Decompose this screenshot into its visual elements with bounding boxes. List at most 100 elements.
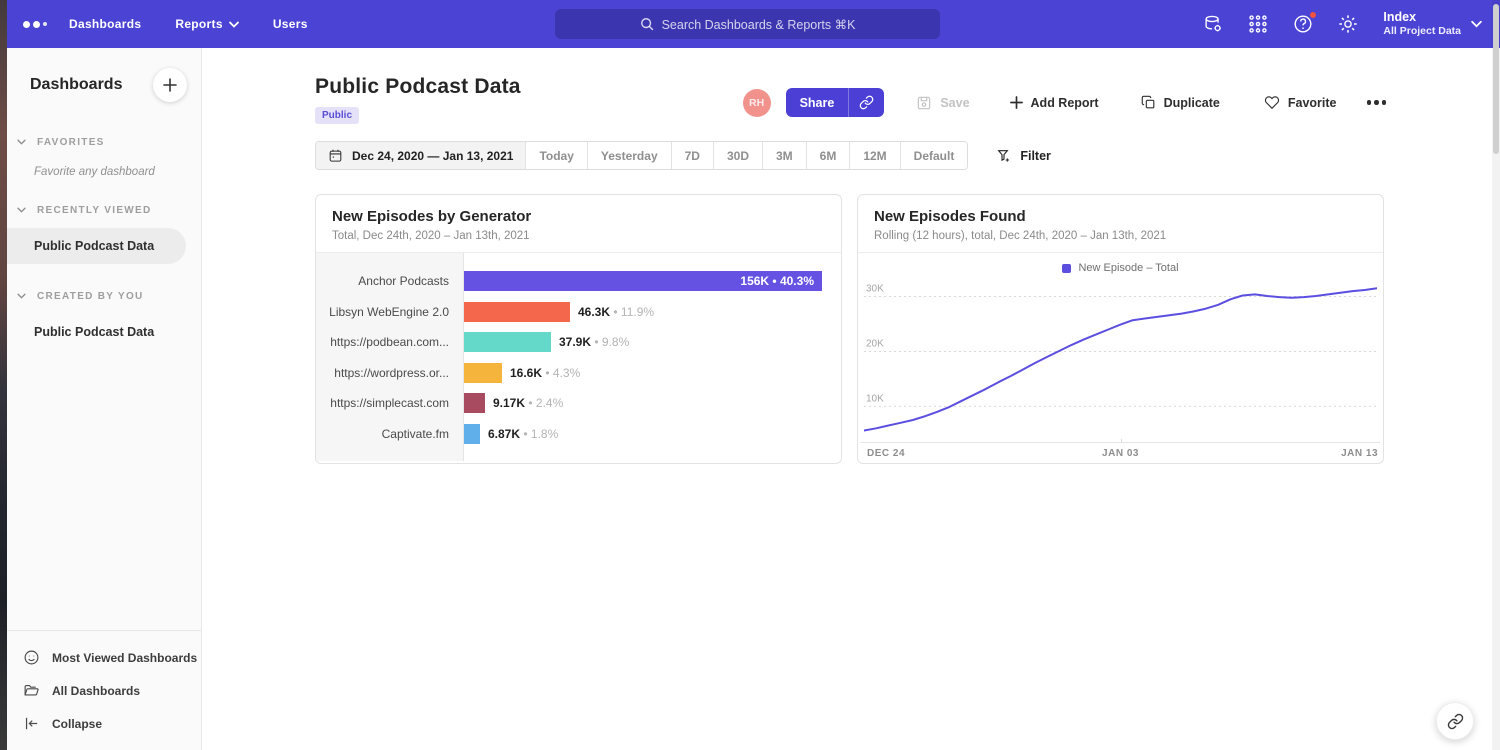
preset-6m[interactable]: 6M (806, 142, 850, 169)
card-title: New Episodes Found (874, 208, 1367, 225)
favorites-empty-text: Favorite any dashboard (7, 152, 201, 178)
section-recently-viewed[interactable]: RECENTLY VIEWED (7, 200, 201, 220)
settings-gear-icon[interactable] (1336, 12, 1360, 36)
more-options-button[interactable] (1365, 94, 1389, 111)
preset-7d[interactable]: 7D (671, 142, 713, 169)
bar-category-label: https://wordpress.or... (316, 366, 463, 380)
preset-today[interactable]: Today (525, 142, 586, 169)
save-button[interactable]: Save (916, 95, 969, 111)
chevron-down-icon (17, 293, 26, 299)
calendar-icon (328, 148, 343, 163)
most-viewed-dashboards-button[interactable]: Most Viewed Dashboards (23, 641, 201, 674)
bar-row: https://podbean.com...37.9K • 9.8% (316, 327, 841, 358)
project-switcher[interactable]: Index All Project Data (1383, 10, 1482, 38)
chevron-down-icon (17, 139, 26, 145)
share-button[interactable]: Share (786, 88, 885, 117)
add-dashboard-button[interactable] (153, 68, 187, 102)
search-input[interactable]: Search Dashboards & Reports ⌘K (555, 9, 940, 39)
bar-segment[interactable]: 156K • 40.3% (464, 271, 822, 291)
preset-yesterday[interactable]: Yesterday (587, 142, 671, 169)
nav-dashboards[interactable]: Dashboards (69, 17, 141, 31)
desktop-edge-strip (0, 0, 7, 750)
line-series (864, 288, 1377, 430)
bar-row: Libsyn WebEngine 2.0 46.3K • 11.9% (316, 297, 841, 328)
preset-default[interactable]: Default (900, 142, 968, 169)
line-chart: New Episode – Total 10K 20K 30K DEC 24 JAN… (858, 253, 1383, 461)
bar-row: Anchor Podcasts156K • 40.3% (316, 266, 841, 297)
scrollbar-thumb[interactable] (1493, 4, 1499, 154)
apps-grid-icon[interactable] (1246, 12, 1270, 36)
bar-chart: Anchor Podcasts156K • 40.3%Libsyn WebEng… (316, 253, 841, 461)
sidebar-item-public-podcast-data-created[interactable]: Public Podcast Data (7, 314, 186, 350)
preset-3m[interactable]: 3M (762, 142, 806, 169)
copy-icon (1141, 95, 1156, 110)
add-report-button[interactable]: Add Report (1010, 96, 1099, 110)
filter-icon (996, 148, 1012, 164)
bar-value-label: 46.3K • 11.9% (578, 305, 654, 319)
y-tick-label: 10K (866, 393, 884, 404)
bar-row: Captivate.fm6.87K • 1.8% (316, 419, 841, 450)
collapse-icon (23, 715, 40, 732)
section-created-by-you[interactable]: CREATED BY YOU (7, 286, 201, 306)
card-subtitle: Total, Dec 24th, 2020 – Jan 13th, 2021 (332, 230, 825, 242)
notification-badge (1309, 11, 1317, 19)
floating-link-button[interactable] (1436, 702, 1474, 740)
app-logo-icon[interactable] (23, 21, 57, 28)
save-icon (916, 95, 932, 111)
bar-segment[interactable] (464, 424, 480, 444)
share-link-icon[interactable] (849, 88, 884, 117)
sidebar-footer: Most Viewed Dashboards All Dashboards Co… (7, 630, 201, 750)
date-range-control: Dec 24, 2020 — Jan 13, 2021 Today Yester… (315, 141, 968, 170)
bar-row: https://wordpress.or... 16.6K • 4.3% (316, 358, 841, 389)
favorite-button[interactable]: Favorite (1264, 95, 1337, 110)
heart-icon (1264, 95, 1280, 110)
link-icon (1447, 713, 1464, 730)
y-tick-label: 30K (866, 284, 884, 295)
bar-value-label: 16.6K • 4.3% (510, 366, 580, 380)
preset-12m[interactable]: 12M (849, 142, 899, 169)
legend-label: New Episode – Total (1078, 262, 1178, 274)
bar-value-label: 37.9K • 9.8% (559, 335, 629, 349)
plus-icon (1010, 96, 1023, 109)
duplicate-button[interactable]: Duplicate (1141, 95, 1220, 110)
nav-users[interactable]: Users (273, 17, 308, 31)
filter-button[interactable]: Filter (996, 148, 1051, 164)
section-favorites[interactable]: FAVORITES (7, 132, 201, 152)
sidebar-title: Dashboards (30, 76, 122, 94)
window-scrollbar[interactable] (1492, 0, 1500, 750)
bar-segment[interactable] (464, 393, 485, 413)
bar-value-label: 156K • 40.3% (740, 274, 814, 288)
chart-legend[interactable]: New Episode – Total (858, 253, 1383, 277)
all-dashboards-button[interactable]: All Dashboards (23, 674, 201, 707)
bar-segment[interactable] (464, 332, 551, 352)
x-axis: DEC 24 JAN 03 JAN 13 (861, 442, 1380, 461)
y-tick-label: 20K (866, 338, 884, 349)
card-new-episodes-by-generator: New Episodes by Generator Total, Dec 24t… (315, 194, 842, 464)
top-navigation: Dashboards Reports Users (69, 17, 308, 31)
main-content: Public Podcast Data Public RH Share (203, 48, 1500, 750)
bar-value-label: 9.17K • 2.4% (493, 396, 563, 410)
project-name: Index (1383, 10, 1461, 25)
topbar-right: Index All Project Data (1201, 0, 1482, 48)
data-sources-icon[interactable] (1201, 12, 1225, 36)
x-tick: JAN 03 (1102, 448, 1139, 459)
sidebar: Dashboards FAVORITES Favorite any dashbo… (7, 48, 202, 750)
help-icon[interactable] (1291, 12, 1315, 36)
bar-category-label: Libsyn WebEngine 2.0 (316, 305, 463, 319)
nav-reports[interactable]: Reports (175, 17, 238, 31)
date-range-button[interactable]: Dec 24, 2020 — Jan 13, 2021 (316, 142, 525, 169)
collapse-sidebar-button[interactable]: Collapse (23, 707, 201, 740)
bar-segment[interactable] (464, 363, 502, 383)
dashboard-actions: RH Share Save (743, 88, 1388, 117)
search-icon (640, 17, 654, 31)
chevron-down-icon (17, 207, 26, 213)
avatar[interactable]: RH (743, 89, 771, 117)
bar-value-label: 6.87K • 1.8% (488, 427, 558, 441)
bar-category-label: https://simplecast.com (316, 396, 463, 410)
bar-segment[interactable] (464, 302, 570, 322)
x-tick: JAN 13 (1341, 448, 1378, 459)
preset-30d[interactable]: 30D (713, 142, 762, 169)
search-placeholder: Search Dashboards & Reports ⌘K (662, 17, 856, 32)
bar-row: https://simplecast.com 9.17K • 2.4% (316, 388, 841, 419)
sidebar-item-public-podcast-data[interactable]: Public Podcast Data (7, 228, 186, 264)
